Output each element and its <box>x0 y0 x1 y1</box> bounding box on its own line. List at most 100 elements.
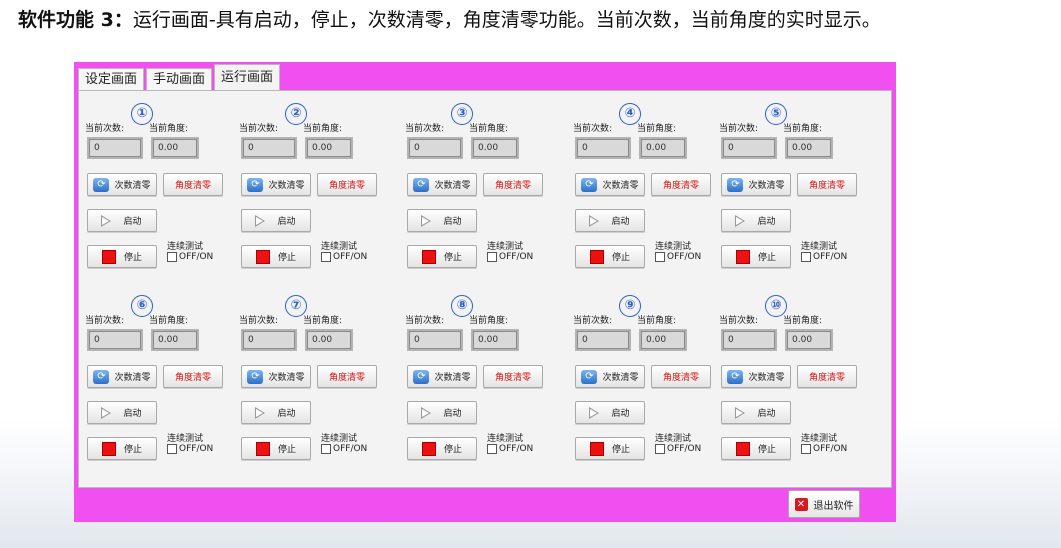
start-button[interactable]: 启动 <box>87 209 157 232</box>
checkbox-box[interactable] <box>321 252 331 262</box>
start-button[interactable]: 启动 <box>721 401 791 424</box>
continuous-test-checkbox[interactable]: OFF/ON <box>655 252 701 262</box>
tab-run[interactable]: 运行画面 <box>214 64 281 91</box>
play-icon <box>589 406 600 419</box>
play-icon <box>101 214 112 227</box>
start-button[interactable]: 启动 <box>241 401 311 424</box>
checkbox-box[interactable] <box>321 444 331 454</box>
stop-button[interactable]: 停止 <box>575 245 645 268</box>
clear-angle-button[interactable]: 角度清零 <box>163 365 223 388</box>
start-button[interactable]: 启动 <box>407 401 477 424</box>
start-button[interactable]: 启动 <box>575 209 645 232</box>
clear-angle-button[interactable]: 角度清零 <box>797 365 857 388</box>
refresh-icon: ⟳ <box>247 177 264 192</box>
continuous-test-checkbox[interactable]: OFF/ON <box>167 444 213 454</box>
offon-label: OFF/ON <box>179 252 214 262</box>
continuous-test-label: 连续测试 <box>167 242 204 252</box>
checkbox-box[interactable] <box>167 444 177 454</box>
continuous-test-checkbox[interactable]: OFF/ON <box>321 252 367 262</box>
current-angle-field: 0.00 <box>639 137 687 159</box>
continuous-test-checkbox[interactable]: OFF/ON <box>655 444 701 454</box>
stop-button[interactable]: 停止 <box>575 437 645 460</box>
refresh-icon: ⟳ <box>413 369 430 384</box>
current-angle-field: 0.00 <box>305 329 353 351</box>
clear-angle-button[interactable]: 角度清零 <box>163 173 223 196</box>
start-button[interactable]: 启动 <box>721 209 791 232</box>
start-button[interactable]: 启动 <box>407 209 477 232</box>
current-angle-field: 0.00 <box>471 137 519 159</box>
start-button[interactable]: 启动 <box>575 401 645 424</box>
continuous-test-checkbox[interactable]: OFF/ON <box>321 444 367 454</box>
start-label: 启动 <box>611 409 630 419</box>
continuous-test-checkbox[interactable]: OFF/ON <box>801 252 847 262</box>
continuous-test-label: 连续测试 <box>321 242 358 252</box>
clear-count-button[interactable]: ⟳ 次数清零 <box>721 365 791 388</box>
stop-label: 停止 <box>277 253 296 263</box>
control-group-9: ⑨ 当前次数: 当前角度: 0 0.00 ⟳ 次数清零 角度清零 启动 停止 连… <box>573 295 723 465</box>
exit-button-label: 退出软件 <box>813 500 854 512</box>
clear-angle-button[interactable]: 角度清零 <box>651 365 711 388</box>
clear-angle-button[interactable]: 角度清零 <box>797 173 857 196</box>
checkbox-box[interactable] <box>167 252 177 262</box>
clear-angle-label: 角度清零 <box>662 181 699 191</box>
stop-button[interactable]: 停止 <box>407 437 477 460</box>
clear-count-button[interactable]: ⟳ 次数清零 <box>575 173 645 196</box>
start-label: 启动 <box>443 217 462 227</box>
offon-label: OFF/ON <box>333 252 368 262</box>
checkbox-box[interactable] <box>801 444 811 454</box>
clear-count-label: 次数清零 <box>114 181 151 191</box>
exit-button[interactable]: ✕ 退出软件 <box>788 490 860 518</box>
clear-count-button[interactable]: ⟳ 次数清零 <box>575 365 645 388</box>
clear-count-button[interactable]: ⟳ 次数清零 <box>87 365 157 388</box>
clear-angle-button[interactable]: 角度清零 <box>483 173 543 196</box>
checkbox-box[interactable] <box>801 252 811 262</box>
checkbox-box[interactable] <box>655 252 665 262</box>
clear-angle-button[interactable]: 角度清零 <box>317 365 377 388</box>
offon-label: OFF/ON <box>667 444 702 454</box>
start-button[interactable]: 启动 <box>241 209 311 232</box>
stop-icon <box>589 249 604 264</box>
stop-label: 停止 <box>757 253 776 263</box>
start-button[interactable]: 启动 <box>87 401 157 424</box>
continuous-test-checkbox[interactable]: OFF/ON <box>487 444 533 454</box>
stop-label: 停止 <box>757 445 776 455</box>
continuous-test-label: 连续测试 <box>487 242 524 252</box>
continuous-test-checkbox[interactable]: OFF/ON <box>167 252 213 262</box>
checkbox-box[interactable] <box>655 444 665 454</box>
stop-button[interactable]: 停止 <box>241 437 311 460</box>
refresh-icon: ⟳ <box>727 177 744 192</box>
stop-button[interactable]: 停止 <box>87 437 157 460</box>
current-count-label: 当前次数: <box>719 316 759 326</box>
play-icon <box>421 214 432 227</box>
play-icon <box>735 406 746 419</box>
play-icon <box>421 406 432 419</box>
continuous-test-label: 连续测试 <box>801 434 838 444</box>
stop-button[interactable]: 停止 <box>721 437 791 460</box>
stop-button[interactable]: 停止 <box>407 245 477 268</box>
clear-count-button[interactable]: ⟳ 次数清零 <box>87 173 157 196</box>
stop-button[interactable]: 停止 <box>721 245 791 268</box>
clear-angle-button[interactable]: 角度清零 <box>651 173 711 196</box>
clear-angle-button[interactable]: 角度清零 <box>483 365 543 388</box>
current-count-label: 当前次数: <box>405 316 445 326</box>
checkbox-box[interactable] <box>487 252 497 262</box>
clear-count-button[interactable]: ⟳ 次数清零 <box>407 365 477 388</box>
clear-count-button[interactable]: ⟳ 次数清零 <box>407 173 477 196</box>
tab-manual[interactable]: 手动画面 <box>146 68 213 91</box>
current-count-label: 当前次数: <box>573 316 613 326</box>
current-count-label: 当前次数: <box>573 124 613 134</box>
tab-settings[interactable]: 设定画面 <box>78 68 145 91</box>
current-count-field: 0 <box>241 137 297 159</box>
stop-button[interactable]: 停止 <box>241 245 311 268</box>
clear-count-button[interactable]: ⟳ 次数清零 <box>241 173 311 196</box>
stop-button[interactable]: 停止 <box>87 245 157 268</box>
clear-count-label: 次数清零 <box>602 181 639 191</box>
checkbox-box[interactable] <box>487 444 497 454</box>
continuous-test-checkbox[interactable]: OFF/ON <box>487 252 533 262</box>
current-count-label: 当前次数: <box>85 124 125 134</box>
clear-angle-button[interactable]: 角度清零 <box>317 173 377 196</box>
clear-count-button[interactable]: ⟳ 次数清零 <box>241 365 311 388</box>
continuous-test-checkbox[interactable]: OFF/ON <box>801 444 847 454</box>
clear-count-button[interactable]: ⟳ 次数清零 <box>721 173 791 196</box>
current-count-field: 0 <box>721 329 777 351</box>
